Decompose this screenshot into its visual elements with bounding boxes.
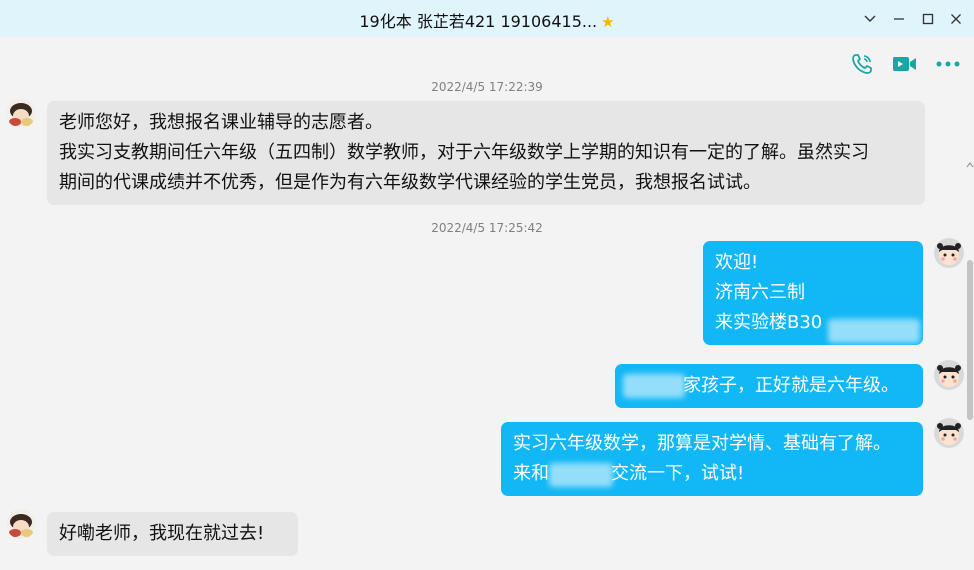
own-avatar-image (934, 360, 964, 390)
video-call-button[interactable] (892, 51, 918, 77)
incoming-message-bubble[interactable]: 老师您好，我想报名课业辅导的志愿者。 我实习支教期间任六年级（五四制）数学教师，… (47, 101, 925, 205)
contact-avatar[interactable] (6, 98, 36, 128)
minimize-icon (894, 18, 904, 20)
scroll-up-arrow-icon[interactable] (966, 160, 974, 170)
more-options-button[interactable] (935, 51, 961, 77)
voice-call-button[interactable] (849, 51, 875, 77)
own-avatar-image (934, 418, 964, 448)
message-timestamp: 2022/4/5 17:22:39 (431, 80, 543, 94)
redaction-mask (549, 463, 613, 487)
outgoing-message-bubble[interactable]: 实习六年级数学，那算是对学情、基础有了解。 来和 交流一下，试试! (501, 422, 923, 496)
message-line: 老师您好，我想报名课业辅导的志愿者。 (59, 112, 383, 133)
own-avatar[interactable] (934, 418, 964, 448)
incoming-message-bubble[interactable]: 好嘞老师，我现在就过去! (47, 512, 298, 556)
message-fragment: 交流一下，试试! (611, 463, 745, 484)
contact-avatar[interactable] (6, 509, 36, 539)
title-bar: 19化本 张芷若421 19106415... ★ (0, 0, 974, 37)
more-dots-icon (936, 61, 960, 67)
maximize-button[interactable] (917, 8, 939, 30)
scrollbar-thumb[interactable] (967, 260, 973, 420)
outgoing-message-bubble[interactable]: 家孩子，正好就是六年级。 (615, 364, 923, 408)
close-icon (951, 14, 961, 24)
window-title: 19化本 张芷若421 19106415... ★ (0, 8, 974, 32)
message-line: 济南六三制 (715, 282, 805, 303)
own-avatar[interactable] (934, 238, 964, 268)
message-line: 期间的代课成绩并不优秀，但是作为有六年级数学代课经验的学生党员，我想报名试试。 (59, 172, 761, 193)
contact-avatar-image (6, 509, 36, 539)
star-icon: ★ (601, 13, 615, 31)
message-timestamp: 2022/4/5 17:25:42 (431, 221, 543, 235)
message-line: 我实习支教期间任六年级（五四制）数学教师，对于六年级数学上学期的知识有一定的了解… (59, 142, 869, 163)
close-button[interactable] (945, 8, 967, 30)
outgoing-message-bubble[interactable]: 欢迎! 济南六三制 来实验楼B30 (703, 241, 923, 345)
own-avatar-image (934, 238, 964, 268)
message-line: 实习六年级数学，那算是对学情、基础有了解。 (513, 433, 891, 454)
maximize-icon (922, 13, 934, 25)
redaction-mask (828, 319, 920, 343)
message-line: 欢迎! (715, 252, 759, 273)
collapse-button[interactable] (859, 8, 881, 30)
chat-title: 19化本 张芷若421 19106415... (359, 12, 598, 31)
message-line: 好嘞老师，我现在就过去! (59, 523, 265, 544)
minimize-button[interactable] (888, 8, 910, 30)
chevron-down-icon (864, 15, 876, 22)
contact-avatar-image (6, 98, 36, 128)
message-fragment: 来和 (513, 463, 549, 484)
message-line: 家孩子，正好就是六年级。 (683, 375, 899, 396)
phone-icon (852, 54, 872, 74)
redaction-mask (623, 374, 685, 398)
video-camera-icon (893, 57, 916, 71)
own-avatar[interactable] (934, 360, 964, 390)
